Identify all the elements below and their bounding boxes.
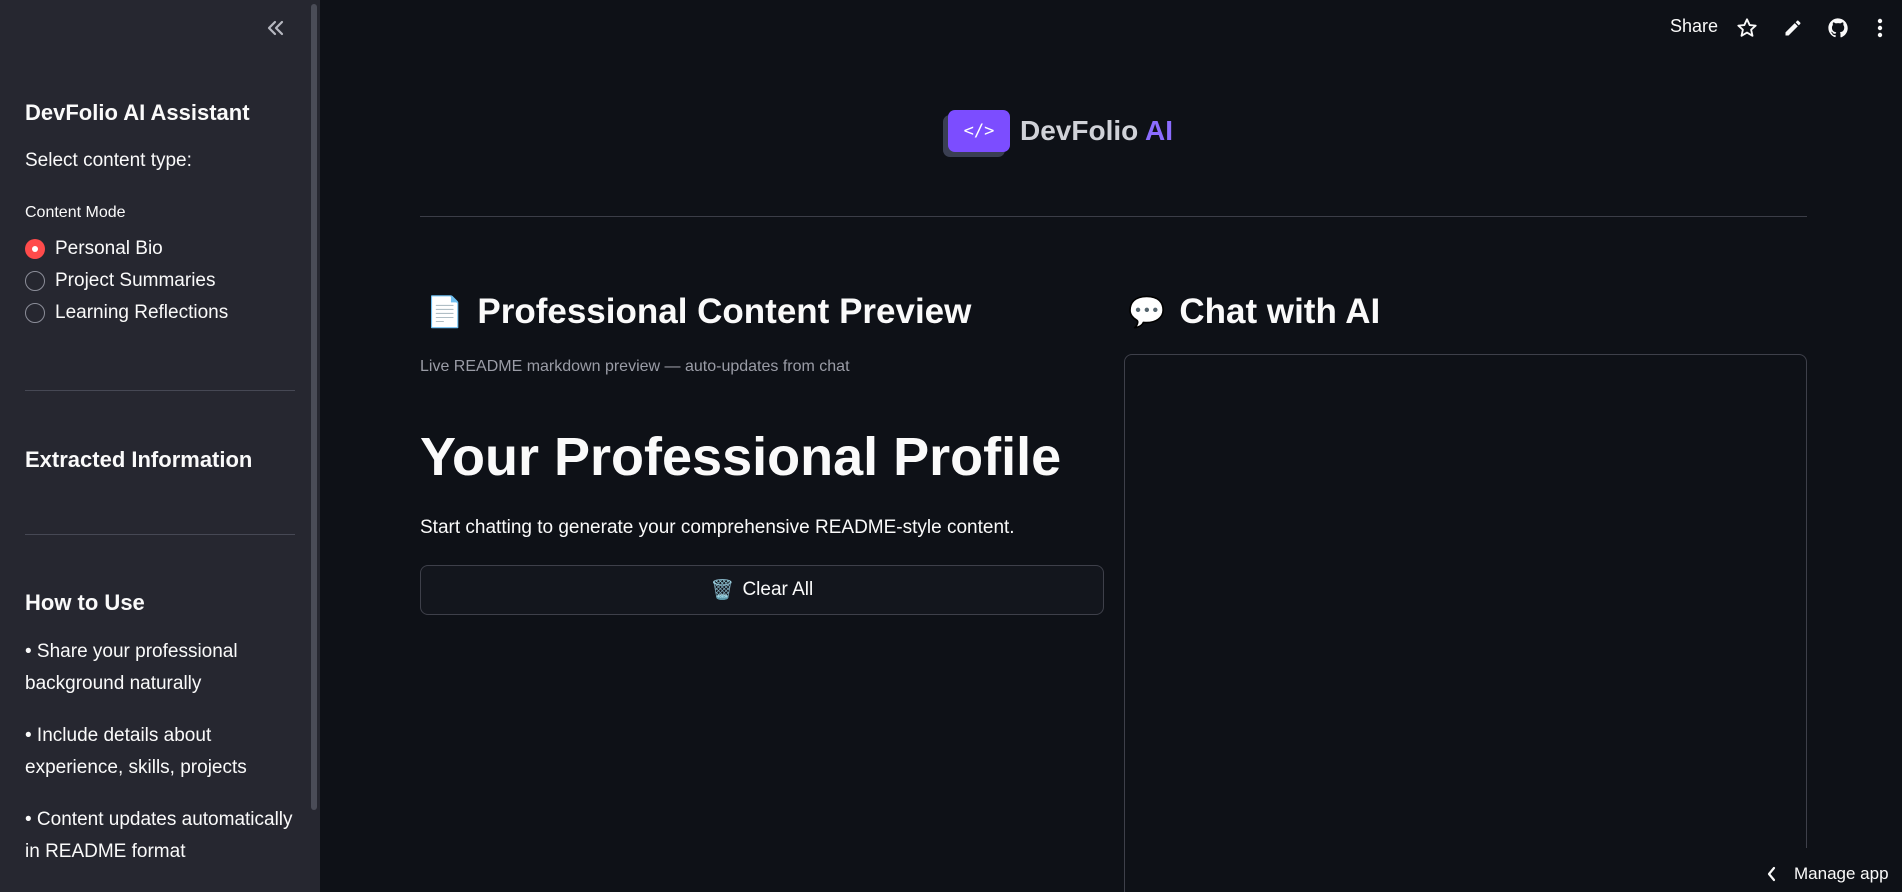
- radio-label: Project Summaries: [55, 270, 216, 291]
- preview-caption: Live README markdown preview — auto-upda…: [420, 358, 850, 375]
- collapse-sidebar-button[interactable]: [262, 14, 288, 42]
- wastebasket-icon: 🗑️: [710, 580, 735, 601]
- clear-all-label: Clear All: [742, 579, 814, 600]
- app-root: DevFolio AI Assistant Select content typ…: [0, 0, 1902, 892]
- sidebar: DevFolio AI Assistant Select content typ…: [0, 0, 320, 892]
- github-icon: [1828, 18, 1848, 38]
- radio-personal-bio[interactable]: Personal Bio: [25, 238, 163, 260]
- document-icon: 📄: [426, 295, 464, 329]
- select-content-prompt: Select content type:: [25, 150, 192, 171]
- tip-item: • Share your professional background nat…: [25, 641, 238, 694]
- sidebar-divider: [25, 390, 295, 391]
- more-vertical-icon: [1877, 18, 1883, 38]
- sidebar-title: DevFolio AI Assistant: [25, 100, 250, 125]
- manage-app-label: Manage app: [1794, 864, 1889, 883]
- main-menu-button[interactable]: [1866, 14, 1894, 42]
- main-divider: [420, 216, 1807, 217]
- star-button[interactable]: [1733, 14, 1761, 42]
- devfolio-logo: </> DevFolio AI: [948, 108, 1173, 154]
- chevron-left-icon: [1767, 866, 1776, 882]
- edit-button[interactable]: [1779, 14, 1807, 42]
- radio-project-summaries[interactable]: Project Summaries: [25, 270, 216, 292]
- tip-item: • Include details about experience, skil…: [25, 725, 247, 778]
- chat-container[interactable]: [1124, 354, 1807, 892]
- chat-heading: 💬 Chat with AI: [1128, 292, 1380, 332]
- edit-icon: [1785, 20, 1801, 36]
- logo-name: DevFolio: [1020, 115, 1139, 146]
- tip-item: • Content updates automatically in READM…: [25, 809, 293, 862]
- star-icon: [1737, 18, 1757, 37]
- radio-selected-indicator[interactable]: [25, 239, 45, 259]
- share-button[interactable]: Share: [1670, 16, 1718, 37]
- chevrons-left-icon: [267, 20, 284, 36]
- preview-heading: 📄 Professional Content Preview: [426, 292, 971, 332]
- sidebar-divider: [25, 534, 295, 535]
- logo-text: DevFolio AI: [1020, 115, 1173, 147]
- chat-heading-text: Chat with AI: [1179, 292, 1381, 331]
- sidebar-scrollbar[interactable]: [311, 4, 317, 810]
- speech-balloon-icon: 💬: [1128, 295, 1166, 329]
- extracted-information-heading: Extracted Information: [25, 447, 253, 472]
- content-mode-label: Content Mode: [25, 204, 126, 221]
- profile-title: Your Professional Profile: [420, 427, 1062, 487]
- github-button[interactable]: [1824, 14, 1852, 42]
- logo-suffix: AI: [1144, 115, 1173, 146]
- clear-all-button[interactable]: 🗑️ Clear All: [420, 565, 1104, 615]
- profile-placeholder-text: Start chatting to generate your comprehe…: [420, 517, 1015, 538]
- radio-indicator[interactable]: [25, 271, 45, 291]
- radio-label: Learning Reflections: [55, 302, 229, 323]
- radio-label: Personal Bio: [55, 238, 163, 259]
- radio-learning-reflections[interactable]: Learning Reflections: [25, 302, 228, 324]
- manage-app-button[interactable]: Manage app: [1760, 848, 1902, 892]
- radio-indicator[interactable]: [25, 303, 45, 323]
- code-icon: </>: [948, 110, 1010, 152]
- how-to-use-heading: How to Use: [25, 590, 145, 615]
- preview-heading-text: Professional Content Preview: [477, 292, 972, 331]
